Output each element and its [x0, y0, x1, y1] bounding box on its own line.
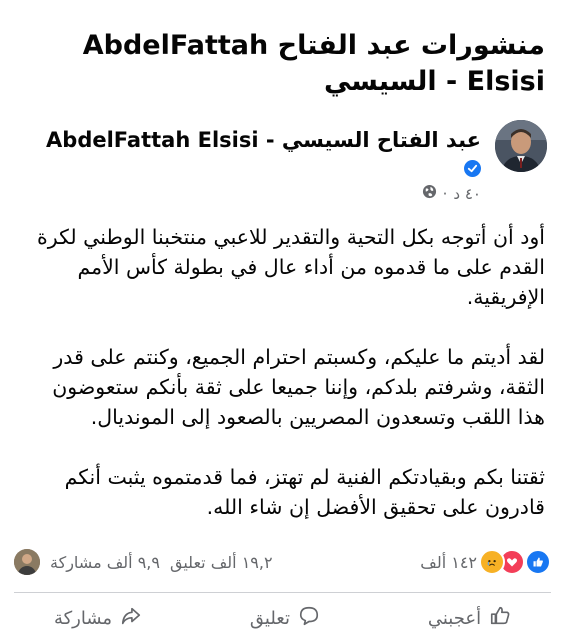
- thumbs-up-icon: [489, 605, 511, 632]
- viewer-avatar[interactable]: [14, 549, 40, 575]
- engagement-counts: ١٩,٢ ألف تعليق ٩,٩ ألف مشاركة: [14, 549, 273, 575]
- shares-count[interactable]: ٩,٩ ألف مشاركة: [50, 553, 160, 572]
- post-body: أود أن أتوجه بكل التحية والتقدير للاعبي …: [20, 222, 545, 552]
- share-icon: [120, 605, 142, 632]
- like-label: أعجبني: [427, 607, 482, 629]
- sad-icon: [479, 549, 505, 575]
- post-meta: ٤٠ د ·: [422, 184, 481, 203]
- action-bar: أعجبني تعليق مشاركة: [0, 598, 565, 638]
- post-paragraph: لقد أديتم ما عليكم، وكسبتم احترام الجميع…: [52, 345, 545, 429]
- post-stats: ١٩,٢ ألف تعليق ٩,٩ ألف مشاركة ١٤٢ ألف: [14, 546, 551, 578]
- post-time[interactable]: ٤٠ د: [453, 185, 481, 203]
- author-avatar[interactable]: [495, 120, 547, 172]
- reaction-icons: [479, 549, 551, 575]
- post-paragraph: أود أن أتوجه بكل التحية والتقدير للاعبي …: [37, 225, 545, 309]
- author-name[interactable]: عبد الفتاح السيسي - AbdelFattah Elsisi: [21, 126, 481, 154]
- post-paragraph: ثقتنا بكم وبقيادتكم الفنية لم تهتز، فما …: [64, 465, 545, 519]
- verified-badge-icon: [464, 160, 481, 177]
- reactions-summary[interactable]: ١٤٢ ألف: [420, 549, 551, 575]
- share-label: مشاركة: [53, 607, 113, 629]
- share-button[interactable]: مشاركة: [54, 605, 142, 632]
- like-icon: [525, 549, 551, 575]
- meta-separator: ·: [442, 184, 448, 203]
- reactions-count[interactable]: ١٤٢ ألف: [420, 553, 477, 572]
- page-title: منشورات عبد الفتاح AbdelFattah Elsisi - …: [82, 30, 545, 97]
- like-button[interactable]: أعجبني: [428, 605, 511, 632]
- post-header: عبد الفتاح السيسي - AbdelFattah Elsisi ٤…: [17, 120, 547, 203]
- comments-count[interactable]: ١٩,٢ ألف تعليق: [170, 553, 273, 572]
- comment-label: تعليق: [249, 607, 290, 629]
- divider: [14, 592, 551, 593]
- globe-icon: [422, 184, 437, 203]
- comment-icon: [298, 605, 320, 632]
- comment-button[interactable]: تعليق: [250, 605, 320, 632]
